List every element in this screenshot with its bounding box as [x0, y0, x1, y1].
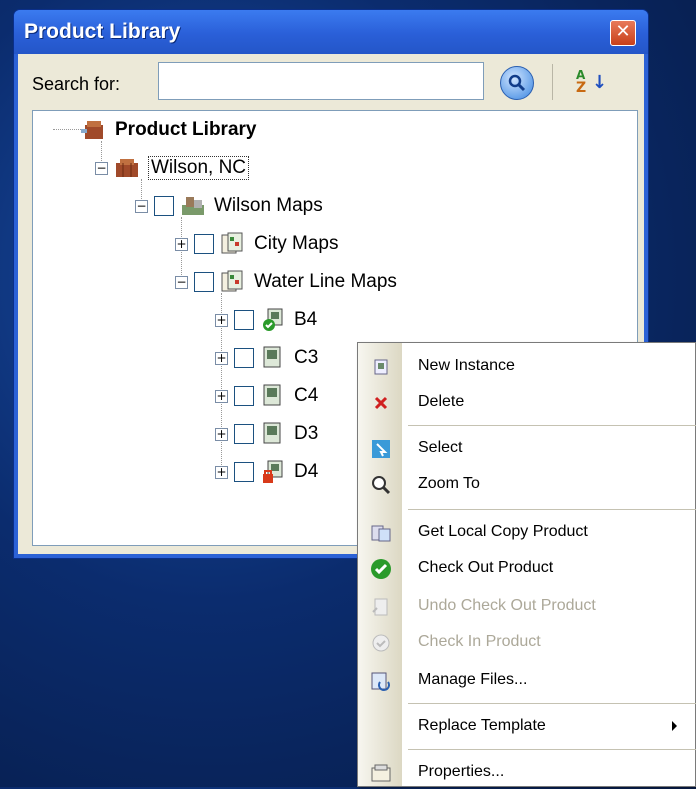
map-group-icon — [180, 193, 206, 219]
locked-map-icon — [260, 459, 286, 485]
properties-icon — [370, 762, 392, 784]
tree-node-site[interactable]: − Wilson, NC — [95, 153, 250, 183]
search-label: Search for: — [32, 74, 121, 94]
menu-separator — [408, 749, 696, 750]
expand-icon[interactable]: + — [215, 313, 228, 327]
menu-item-check-in[interactable]: Check In Product — [358, 625, 696, 659]
map-series-icon — [220, 231, 246, 257]
menu-item-label: Check In Product — [418, 633, 541, 650]
tree-item-label: D4 — [294, 461, 319, 482]
map-instance-icon — [260, 383, 286, 409]
checked-out-map-icon — [260, 307, 286, 333]
menu-item-label: Zoom To — [418, 475, 480, 492]
menu-item-get-local-copy[interactable]: Get Local Copy Product — [358, 515, 696, 549]
menu-item-check-out[interactable]: Check Out Product — [358, 551, 696, 585]
menu-item-properties[interactable]: Properties... — [358, 755, 696, 789]
site-icon — [114, 155, 140, 181]
menu-separator — [408, 425, 696, 426]
menu-item-label: Manage Files... — [418, 671, 528, 688]
expand-icon[interactable]: + — [215, 427, 228, 441]
context-menu: New Instance Delete Select Zoom To Get L… — [357, 342, 696, 787]
toolbar-separator — [552, 64, 553, 100]
menu-item-label: Delete — [418, 393, 465, 410]
tree-checkbox[interactable] — [234, 424, 254, 444]
new-instance-icon — [370, 356, 392, 378]
search-icon — [508, 74, 526, 92]
tree-item-c4[interactable]: + C4 — [215, 381, 318, 411]
tree-node-group[interactable]: − Wilson Maps — [135, 191, 323, 221]
close-button[interactable]: ✕ — [610, 20, 636, 46]
tree-node-city-maps[interactable]: + City Maps — [175, 229, 338, 259]
window-title: Product Library — [24, 20, 181, 43]
tree-node-water-line-maps[interactable]: − Water Line Maps — [175, 267, 397, 297]
manage-files-icon — [370, 670, 392, 692]
tree-site-label: Wilson, NC — [148, 156, 250, 180]
title-bar[interactable]: Product Library ✕ — [14, 10, 648, 54]
tree-checkbox[interactable] — [194, 234, 214, 254]
local-copy-icon — [370, 522, 392, 544]
tree-item-b4[interactable]: + B4 — [215, 305, 317, 335]
tree-city-maps-label: City Maps — [254, 233, 339, 254]
menu-item-zoom-to[interactable]: Zoom To — [358, 467, 696, 501]
menu-item-label: Check Out Product — [418, 559, 554, 576]
tree-item-d4[interactable]: + D4 — [215, 457, 318, 487]
expand-icon[interactable]: + — [215, 389, 228, 403]
collapse-icon[interactable]: − — [135, 199, 148, 213]
zoom-icon — [370, 474, 392, 496]
tree-checkbox[interactable] — [194, 272, 214, 292]
menu-item-label: Undo Check Out Product — [418, 597, 596, 614]
submenu-arrow-icon — [672, 721, 677, 731]
menu-item-label: New Instance — [418, 357, 515, 374]
menu-item-replace-template[interactable]: Replace Template — [358, 709, 696, 743]
checkin-icon — [370, 632, 392, 654]
tree-node-root[interactable]: Product Library — [81, 115, 256, 145]
close-icon: ✕ — [615, 21, 631, 42]
menu-item-manage-files[interactable]: Manage Files... — [358, 663, 696, 697]
tree-checkbox[interactable] — [234, 348, 254, 368]
tree-checkbox[interactable] — [234, 386, 254, 406]
sort-arrow-icon: ↓ — [592, 72, 608, 93]
tree-item-c3[interactable]: + C3 — [215, 343, 318, 373]
sort-button[interactable]: A Z ↓ — [572, 68, 608, 98]
library-icon — [81, 117, 107, 143]
tree-item-d3[interactable]: + D3 — [215, 419, 318, 449]
menu-item-label: Replace Template — [418, 717, 546, 734]
tree-checkbox[interactable] — [154, 196, 174, 216]
sort-z-glyph: Z — [576, 80, 587, 96]
menu-item-undo-check-out[interactable]: Undo Check Out Product — [358, 589, 696, 623]
map-instance-icon — [260, 345, 286, 371]
collapse-icon[interactable]: − — [95, 161, 108, 175]
menu-item-label: Properties... — [418, 763, 505, 780]
tree-line — [53, 129, 81, 130]
map-instance-icon — [260, 421, 286, 447]
checkout-icon — [370, 558, 392, 580]
menu-separator — [408, 509, 696, 510]
tree-root-label: Product Library — [115, 119, 257, 140]
tree-item-label: D3 — [294, 423, 319, 444]
search-input[interactable] — [158, 62, 484, 100]
tree-checkbox[interactable] — [234, 310, 254, 330]
undo-checkout-icon — [370, 596, 392, 618]
menu-item-select[interactable]: Select — [358, 431, 696, 465]
tree-group-label: Wilson Maps — [214, 195, 323, 216]
tree-checkbox[interactable] — [234, 462, 254, 482]
expand-icon[interactable]: + — [215, 465, 228, 479]
delete-icon — [370, 392, 392, 414]
collapse-icon[interactable]: − — [175, 275, 188, 289]
menu-separator — [408, 703, 696, 704]
menu-item-delete[interactable]: Delete — [358, 385, 696, 419]
menu-item-label: Select — [418, 439, 463, 456]
tree-water-line-maps-label: Water Line Maps — [254, 271, 397, 292]
tree-item-label: B4 — [294, 309, 318, 330]
select-icon — [370, 438, 392, 460]
expand-icon[interactable]: + — [175, 237, 188, 251]
search-button[interactable] — [500, 66, 534, 100]
menu-item-new-instance[interactable]: New Instance — [358, 349, 696, 383]
tree-item-label: C4 — [294, 385, 319, 406]
expand-icon[interactable]: + — [215, 351, 228, 365]
map-series-icon — [220, 269, 246, 295]
tree-item-label: C3 — [294, 347, 319, 368]
menu-item-label: Get Local Copy Product — [418, 523, 588, 540]
